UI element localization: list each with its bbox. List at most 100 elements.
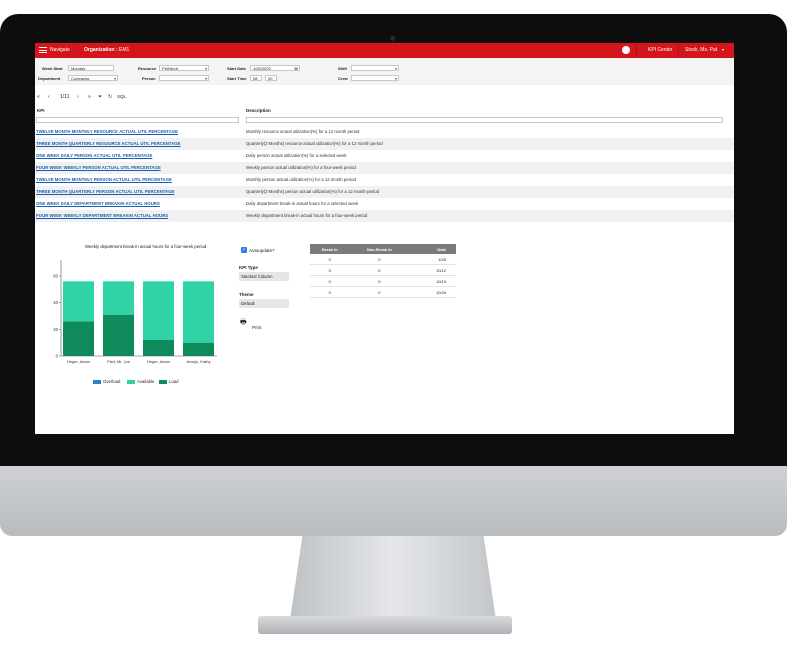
table-row[interactable]: ONE WEEK DAILY PERSON ACTUAL UTIL PERCEN… [35, 150, 734, 162]
print-label[interactable]: Print [252, 325, 261, 330]
page-indicator: 1/11 [60, 94, 70, 100]
table-row: 0 0 10/12 [310, 264, 456, 276]
first-page-button[interactable]: « [37, 94, 40, 100]
monitor-chin [0, 466, 787, 536]
start-date-label: Start Date [227, 66, 246, 71]
legend-label: Overload [103, 379, 121, 384]
kpi-link[interactable]: THREE MONTH QUARTERLY RESOURCE ACTUAL UT… [36, 141, 181, 146]
resource-label: Resource [138, 66, 157, 71]
filter-icon[interactable]: ⏷ [98, 94, 102, 100]
kpi-description: Daily department break-in actual hours f… [246, 201, 359, 206]
top-navigation-bar: Navigate Organization : EM1 KPI Center S… [35, 43, 734, 58]
start-time-hour-input[interactable]: 08 [250, 75, 262, 81]
kpi-link[interactable]: TWELVE MONTH MONTHLY PERSON ACTUAL UTIL … [36, 177, 172, 182]
table-row[interactable]: THREE MONTH QUARTERLY RESOURCE ACTUAL UT… [35, 138, 734, 150]
stacked-column-chart: 0 20 40 60 Heger, Adam Pistl, Mr. Joe Heger, A… [53, 260, 217, 364]
kpi-column-header[interactable]: KPI [37, 108, 45, 113]
column-header[interactable]: Date [409, 244, 456, 254]
kpi-filter-input[interactable] [36, 117, 239, 123]
table-row[interactable]: ONE WEEK DAILY DEPARTMENT BREAKIN ACTUAL… [35, 198, 734, 210]
table-row: 0 0 10/5 [310, 254, 456, 265]
kpi-center-link[interactable]: KPI Center [648, 47, 672, 53]
table-row[interactable]: FOUR WEEK WEEKLY DEPARTMENT BREAKIN ACTU… [35, 210, 734, 222]
kpi-link[interactable]: ONE WEEK DAILY PERSON ACTUAL UTIL PERCEN… [36, 153, 152, 158]
bar-segment-available [63, 281, 94, 322]
legend-item-available[interactable]: Available [127, 379, 154, 384]
table-cell: 0 [310, 264, 350, 276]
last-page-button[interactable]: » [88, 94, 91, 100]
column-header[interactable]: Break In [310, 244, 350, 254]
legend-label: Available [137, 379, 155, 384]
x-tick-label: Pistl, Mr. Joe [107, 359, 131, 364]
bar-segment-load [63, 321, 94, 356]
camera [390, 36, 395, 41]
crew-select[interactable]: ▾ [351, 75, 399, 81]
kpi-type-select[interactable]: Stacked Column [239, 272, 289, 281]
kpi-link[interactable]: TWELVE MONTH MONTHLY RESOURCE ACTUAL UTI… [36, 129, 178, 134]
theme-select[interactable]: Default [239, 299, 289, 308]
legend-swatch [93, 379, 101, 384]
shift-label: Shift [338, 66, 347, 71]
next-page-button[interactable]: › [77, 94, 79, 100]
organization-value[interactable]: EM1 [119, 47, 129, 53]
app-screen: Navigate Organization : EM1 KPI Center S… [35, 43, 734, 434]
table-row[interactable]: TWELVE MONTH MONTHLY RESOURCE ACTUAL UTI… [35, 126, 734, 138]
user-menu[interactable]: Stock, Ms. Pat [685, 47, 717, 53]
person-select[interactable]: ▾ [159, 75, 209, 81]
hamburger-menu-icon[interactable] [39, 47, 47, 55]
table-row[interactable]: THREE MONTH QUARTERLY PERSON ACTUAL UTIL… [35, 186, 734, 198]
autoupdate-checkbox[interactable]: ✓ [241, 247, 247, 253]
bar-segment-available [183, 281, 214, 343]
chevron-down-icon[interactable]: ▾ [722, 47, 724, 52]
shift-select[interactable]: ▾ [351, 65, 399, 71]
user-avatar-icon[interactable] [622, 46, 630, 54]
start-time-label: Start Time [227, 76, 247, 81]
bar-segment-load [183, 342, 214, 356]
table-cell: 0 [349, 275, 410, 287]
table-cell: 0 [349, 254, 410, 265]
description-column-header[interactable]: Description [246, 108, 271, 113]
start-date-input[interactable]: 10/5/2020 ▦ [250, 65, 300, 71]
kpi-link[interactable]: THREE MONTH QUARTERLY PERSON ACTUAL UTIL… [36, 189, 174, 194]
legend-swatch [159, 379, 167, 384]
kpi-link[interactable]: ONE WEEK DAILY DEPARTMENT BREAKIN ACTUAL… [36, 201, 160, 206]
print-icon[interactable]: 🖶 [240, 318, 247, 329]
table-cell: 0 [310, 254, 350, 265]
autoupdate-label: Autoupdate? [249, 248, 275, 253]
kpi-description: Weekly department break-in actual hours … [246, 213, 368, 218]
legend-item-overload[interactable]: Overload [93, 379, 120, 384]
table-row[interactable]: FOUR WEEK WEEKLY PERSON ACTUAL UTIL PERC… [35, 162, 734, 174]
bar-segment-available [143, 281, 174, 340]
column-header[interactable]: Non-Break In [349, 244, 410, 254]
kpi-type-label: KPI Type [239, 265, 258, 270]
table-row: 0 0 10/19 [310, 275, 456, 287]
department-select[interactable]: Contractor ▾ [68, 75, 118, 81]
kpi-description: Quarterly(3 Months) resource actual util… [246, 141, 383, 146]
kpi-description: Quarterly(3 Months) person actual utiliz… [246, 189, 380, 194]
start-time-minute-input[interactable]: 00 [265, 75, 277, 81]
chevron-down-icon: ▾ [113, 76, 116, 81]
calendar-icon: ▦ [294, 66, 298, 71]
table-cell: 10/12 [409, 264, 456, 276]
department-label: Department [38, 76, 61, 81]
kpi-link[interactable]: FOUR WEEK WEEKLY DEPARTMENT BREAKIN ACTU… [36, 213, 168, 218]
table-row: 0 0 10/26 [310, 286, 456, 298]
legend-item-load[interactable]: Load [159, 379, 179, 384]
previous-page-button[interactable]: ‹ [48, 94, 50, 100]
kpi-link[interactable]: FOUR WEEK WEEKLY PERSON ACTUAL UTIL PERC… [36, 165, 161, 170]
table-row[interactable]: TWELVE MONTH MONTHLY PERSON ACTUAL UTIL … [35, 174, 734, 186]
refresh-icon[interactable]: ↻ [108, 94, 112, 100]
table-cell: 10/26 [409, 286, 456, 298]
table-cell: 0 [310, 275, 350, 287]
navigate-button[interactable]: Navigate [50, 47, 70, 53]
resource-select[interactable]: FWMech ▾ [159, 65, 209, 71]
sql-button[interactable]: SQL [117, 94, 126, 99]
table-cell: 0 [310, 286, 350, 298]
week-start-input[interactable]: Monday [68, 65, 114, 71]
theme-label: Theme [239, 292, 254, 297]
table-cell: 10/19 [409, 275, 456, 287]
y-tick-label: 60 [53, 274, 58, 279]
monitor-stand [290, 536, 496, 620]
description-filter-input[interactable] [246, 117, 723, 123]
organization-label: Organization : [84, 47, 118, 53]
